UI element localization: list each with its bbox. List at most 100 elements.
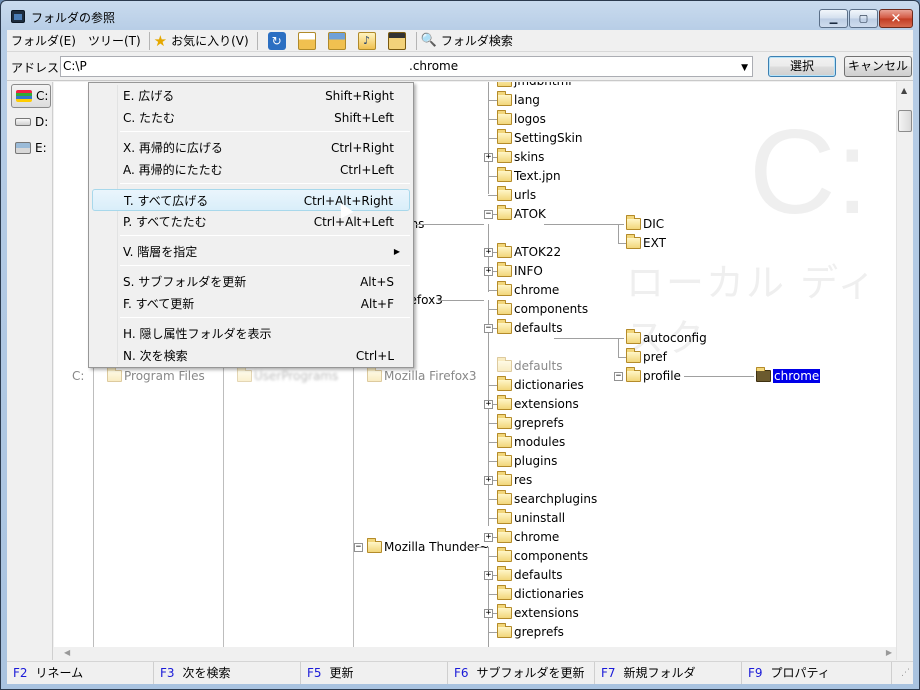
menu-item[interactable]: T. すべて広げる Ctrl+Alt+Right — [92, 189, 410, 211]
menu-item[interactable]: N. 次を検索 Ctrl+L — [92, 345, 410, 367]
tree-node-ext[interactable]: EXT — [626, 234, 666, 252]
tree-node[interactable]: chrome — [497, 528, 559, 546]
tree-node[interactable]: urls — [497, 186, 536, 204]
network-drive-icon — [15, 142, 31, 154]
status-find-next[interactable]: F3 次を検索 — [154, 662, 301, 684]
maximize-button[interactable]: ▢ — [849, 9, 878, 28]
tree-node-autoconfig[interactable]: autoconfig — [626, 329, 707, 347]
menu-item[interactable]: C. たたむ Shift+Left — [92, 107, 410, 129]
select-button[interactable]: 選択 — [768, 56, 836, 77]
tree-node[interactable]: Text.jpn — [497, 167, 561, 185]
tree-node[interactable]: ATOK — [497, 205, 546, 223]
tree-node-pref[interactable]: pref — [626, 348, 667, 366]
tree-node[interactable]: components — [497, 300, 588, 318]
address-input[interactable]: C:\P .chrome ▼ — [60, 56, 753, 77]
folder-icon — [497, 129, 512, 144]
tree-node[interactable]: defaults — [497, 566, 562, 584]
cancel-button[interactable]: キャンセル — [844, 56, 912, 77]
tree-node[interactable]: extensions — [497, 604, 579, 622]
close-button[interactable]: ✕ — [879, 9, 913, 28]
film-icon[interactable] — [387, 31, 406, 50]
path-drive[interactable]: C: — [72, 367, 84, 385]
tree-node[interactable]: greprefs — [497, 623, 564, 641]
tree-node[interactable]: defaults — [497, 319, 562, 337]
scroll-right-icon[interactable]: ▶ — [886, 648, 892, 657]
menu-item[interactable]: H. 隠し属性フォルダを表示 — [92, 323, 410, 345]
tree-node[interactable]: plugins — [497, 452, 557, 470]
tree-node[interactable]: SettingSkin — [497, 129, 582, 147]
tree-connector — [488, 300, 489, 526]
tree-node[interactable]: res — [497, 471, 532, 489]
status-refresh[interactable]: F5 更新 — [301, 662, 448, 684]
collapse-toggle[interactable]: − — [614, 372, 623, 381]
status-properties[interactable]: F9 プロパティ — [742, 662, 892, 684]
tree-node-dic[interactable]: DIC — [626, 215, 664, 233]
expand-toggle[interactable]: + — [484, 476, 493, 485]
drive-d[interactable]: D: — [11, 110, 51, 134]
drive-c[interactable]: C: — [11, 84, 51, 108]
folder-search-button[interactable]: フォルダ検索 — [437, 31, 517, 51]
collapse-toggle[interactable]: − — [484, 324, 493, 333]
menu-item[interactable]: S. サブフォルダを更新 Alt+S — [92, 271, 410, 293]
vertical-scrollbar[interactable]: ▲ — [896, 82, 913, 660]
tree-node[interactable]: defaults — [497, 357, 562, 375]
resize-grip-icon[interactable]: ⋰ — [892, 662, 913, 684]
path-mozilla-firefox3[interactable]: Mozilla Firefox3 — [367, 367, 477, 385]
tree-node[interactable]: INFO — [497, 262, 543, 280]
menu-item[interactable]: F. すべて更新 Alt+F — [92, 293, 410, 315]
scroll-left-icon[interactable]: ◀ — [64, 648, 70, 657]
expand-toggle[interactable]: + — [484, 609, 493, 618]
tree-node[interactable]: components — [497, 547, 588, 565]
refresh-icon[interactable]: ↻ — [267, 31, 286, 50]
tree-node[interactable]: dictionaries — [497, 376, 584, 394]
tree-node[interactable]: extensions — [497, 395, 579, 413]
menu-item[interactable]: X. 再帰的に広げる Ctrl+Right — [92, 137, 410, 159]
tree-node-selected-chrome[interactable]: chrome — [756, 367, 821, 385]
expand-toggle[interactable]: + — [484, 400, 493, 409]
expand-toggle[interactable]: + — [484, 153, 493, 162]
expand-toggle[interactable]: + — [484, 248, 493, 257]
horizontal-scrollbar[interactable]: ◀ ▶ — [54, 647, 896, 660]
minimize-button[interactable]: ▁ — [819, 9, 848, 28]
printer-icon[interactable] — [297, 31, 316, 50]
collapse-toggle[interactable]: − — [354, 543, 363, 552]
folder-music-icon[interactable]: ♪ — [357, 31, 376, 50]
tree-node-profile[interactable]: profile — [626, 367, 681, 385]
menu-tree[interactable]: ツリー(T) — [84, 31, 145, 51]
status-refresh-subfolders[interactable]: F6 サブフォルダを更新 — [448, 662, 595, 684]
menu-item[interactable]: P. すべてたたむ Ctrl+Alt+Left — [92, 211, 410, 233]
menu-item-shortcut: Alt+F — [360, 297, 394, 311]
menu-item[interactable]: E. 広げる Shift+Right — [92, 85, 410, 107]
tree-node[interactable]: skins — [497, 148, 544, 166]
tree-node[interactable]: searchplugins — [497, 490, 597, 508]
status-rename[interactable]: F2 リネーム — [7, 662, 154, 684]
path-blurred-folder[interactable]: UserPrograms — [237, 367, 338, 385]
path-program-files[interactable]: Program Files — [107, 367, 205, 385]
tree-node[interactable]: ATOK22 — [497, 243, 561, 261]
collapse-toggle[interactable]: − — [484, 210, 493, 219]
menu-item[interactable]: V. 階層を指定 ▶ — [92, 241, 410, 263]
tree-node[interactable]: logos — [497, 110, 546, 128]
tree-node[interactable]: chrome — [497, 281, 559, 299]
tree-node[interactable]: uninstall — [497, 509, 565, 527]
menu-folder[interactable]: フォルダ(E) — [7, 31, 80, 51]
tree-node[interactable]: greprefs — [497, 414, 564, 432]
tree-node[interactable]: lang — [497, 91, 540, 109]
menu-favorites[interactable]: お気に入り(V) — [167, 31, 253, 51]
expand-toggle[interactable]: + — [484, 267, 493, 276]
tree-node[interactable]: modules — [497, 433, 565, 451]
drive-e[interactable]: E: — [11, 136, 51, 160]
tree-connector — [488, 195, 497, 196]
tree-node[interactable]: jmdbhtml — [497, 82, 572, 90]
scroll-up-icon[interactable]: ▲ — [901, 86, 907, 95]
scroll-thumb[interactable] — [898, 110, 912, 132]
menu-item[interactable]: A. 再帰的にたたむ Ctrl+Left — [92, 159, 410, 181]
folder-icon — [367, 367, 382, 382]
folder-icon — [497, 281, 512, 296]
folder-icon — [497, 452, 512, 467]
tree-node[interactable]: dictionaries — [497, 585, 584, 603]
chevron-down-icon[interactable]: ▼ — [741, 59, 748, 78]
expand-toggle[interactable]: + — [484, 571, 493, 580]
status-new-folder[interactable]: F7 新規フォルダ — [595, 662, 742, 684]
print-preview-icon[interactable] — [327, 31, 346, 50]
